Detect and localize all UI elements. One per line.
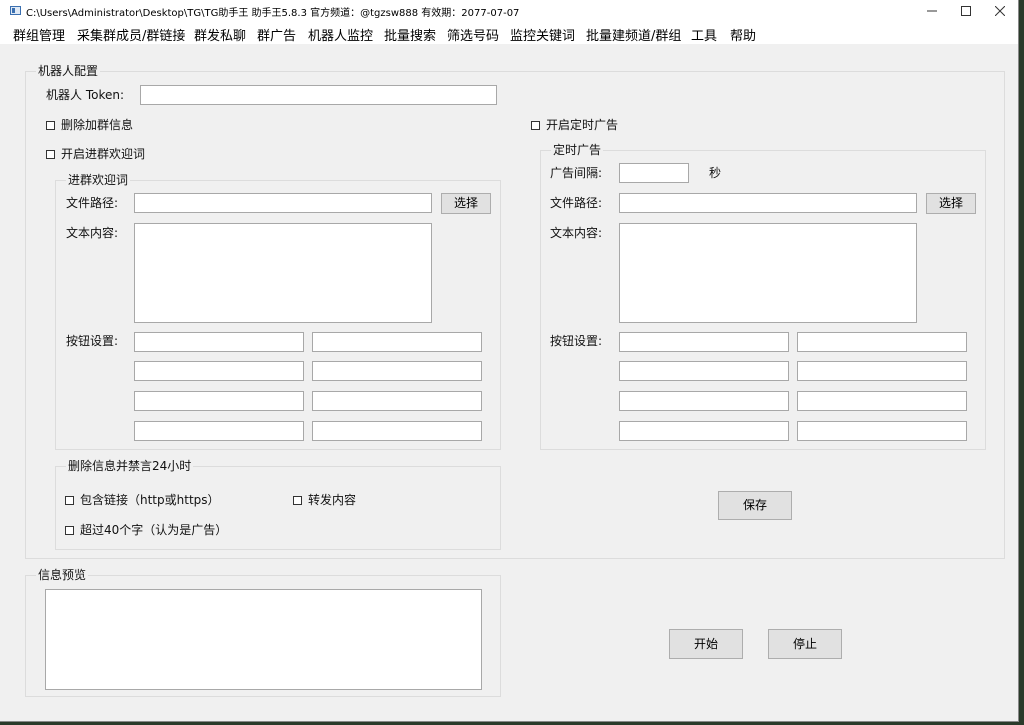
ad-button-url-1[interactable] [797,332,967,352]
minimize-button[interactable] [914,0,950,22]
welcome-select-button[interactable]: 选择 [441,193,491,214]
welcome-button-url-4[interactable] [312,421,482,441]
menu-help[interactable]: 帮助 [730,25,756,44]
delete-ban-title: 删除信息并禁言24小时 [66,458,194,474]
ad-button-text-1[interactable] [619,332,789,352]
ad-button-label: 按钮设置: [550,334,603,348]
ad-button-text-2[interactable] [619,361,789,381]
welcome-button-url-1[interactable] [312,332,482,352]
timed-ad-title: 定时广告 [551,142,604,158]
ad-button-url-3[interactable] [797,391,967,411]
ad-text-area[interactable] [619,223,917,323]
menu-group-management[interactable]: 群组管理 [13,25,65,44]
stop-button[interactable]: 停止 [768,629,842,659]
welcome-text-label: 文本内容: [66,226,119,240]
menu-bar: 群组管理 采集群成员/群链接 群发私聊 群广告 机器人监控 批量搜索 筛选号码 … [0,22,1018,44]
delete-join-checkbox[interactable]: 删除加群信息 [46,116,133,133]
welcome-text-area[interactable] [134,223,432,323]
ad-select-button[interactable]: 选择 [926,193,976,214]
preview-text-area[interactable] [45,589,482,690]
title-bar: C:\Users\Administrator\Desktop\TG\TG助手王 … [0,0,1018,22]
token-label: 机器人 Token: [46,88,125,102]
maximize-icon [961,5,971,16]
save-button[interactable]: 保存 [718,491,792,520]
menu-collect-members[interactable]: 采集群成员/群链接 [77,25,185,44]
menu-batch-create[interactable]: 批量建频道/群组 [586,25,681,44]
welcome-file-path-input[interactable] [134,193,432,213]
menu-batch-search[interactable]: 批量搜索 [384,25,436,44]
welcome-button-text-2[interactable] [134,361,304,381]
ad-text-label: 文本内容: [550,226,603,240]
start-button[interactable]: 开始 [669,629,743,659]
welcome-button-label: 按钮设置: [66,334,119,348]
token-input[interactable] [140,85,497,105]
ad-button-url-2[interactable] [797,361,967,381]
checkbox-box [46,121,55,130]
menu-tools[interactable]: 工具 [691,25,717,44]
ad-button-text-4[interactable] [619,421,789,441]
app-window: C:\Users\Administrator\Desktop\TG\TG助手王 … [0,0,1019,722]
checkbox-box [293,496,302,505]
bot-config-title: 机器人配置 [36,63,101,79]
delete-join-label: 删除加群信息 [61,118,134,132]
ad-file-path-input[interactable] [619,193,917,213]
ad-button-url-4[interactable] [797,421,967,441]
window-title: C:\Users\Administrator\Desktop\TG\TG助手王 … [26,8,520,19]
welcome-title: 进群欢迎词 [66,172,131,188]
welcome-button-url-3[interactable] [312,391,482,411]
checkbox-box [65,526,74,535]
include-links-label: 包含链接（http或https） [80,493,220,507]
welcome-enable-checkbox[interactable]: 开启进群欢迎词 [46,145,145,162]
welcome-file-path-label: 文件路径: [66,196,119,210]
welcome-button-text-4[interactable] [134,421,304,441]
checkbox-box [65,496,74,505]
over40-checkbox[interactable]: 超过40个字（认为是广告） [65,521,227,538]
ad-button-text-3[interactable] [619,391,789,411]
minimize-icon [927,10,937,11]
over40-label: 超过40个字（认为是广告） [80,523,228,537]
close-button[interactable] [982,0,1018,22]
seconds-label: 秒 [709,166,722,180]
menu-monitor-keywords[interactable]: 监控关键词 [510,25,575,44]
interval-input[interactable] [619,163,689,183]
ad-file-path-label: 文件路径: [550,196,603,210]
timed-ad-enable-checkbox[interactable]: 开启定时广告 [531,116,618,133]
maximize-button[interactable] [948,0,984,22]
preview-title: 信息预览 [36,567,89,583]
welcome-button-text-1[interactable] [134,332,304,352]
close-icon [994,5,1006,16]
forward-checkbox[interactable]: 转发内容 [293,491,356,508]
menu-filter-numbers[interactable]: 筛选号码 [447,25,499,44]
checkbox-box [531,121,540,130]
menu-bot-monitor[interactable]: 机器人监控 [308,25,373,44]
timed-ad-enable-label: 开启定时广告 [546,118,619,132]
menu-mass-private-chat[interactable]: 群发私聊 [194,25,246,44]
include-links-checkbox[interactable]: 包含链接（http或https） [65,491,220,508]
checkbox-box [46,150,55,159]
welcome-button-url-2[interactable] [312,361,482,381]
welcome-enable-label: 开启进群欢迎词 [61,147,146,161]
app-icon [10,6,21,15]
menu-group-ads[interactable]: 群广告 [257,25,296,44]
welcome-button-text-3[interactable] [134,391,304,411]
interval-label: 广告间隔: [550,166,603,180]
forward-label: 转发内容 [308,493,357,507]
